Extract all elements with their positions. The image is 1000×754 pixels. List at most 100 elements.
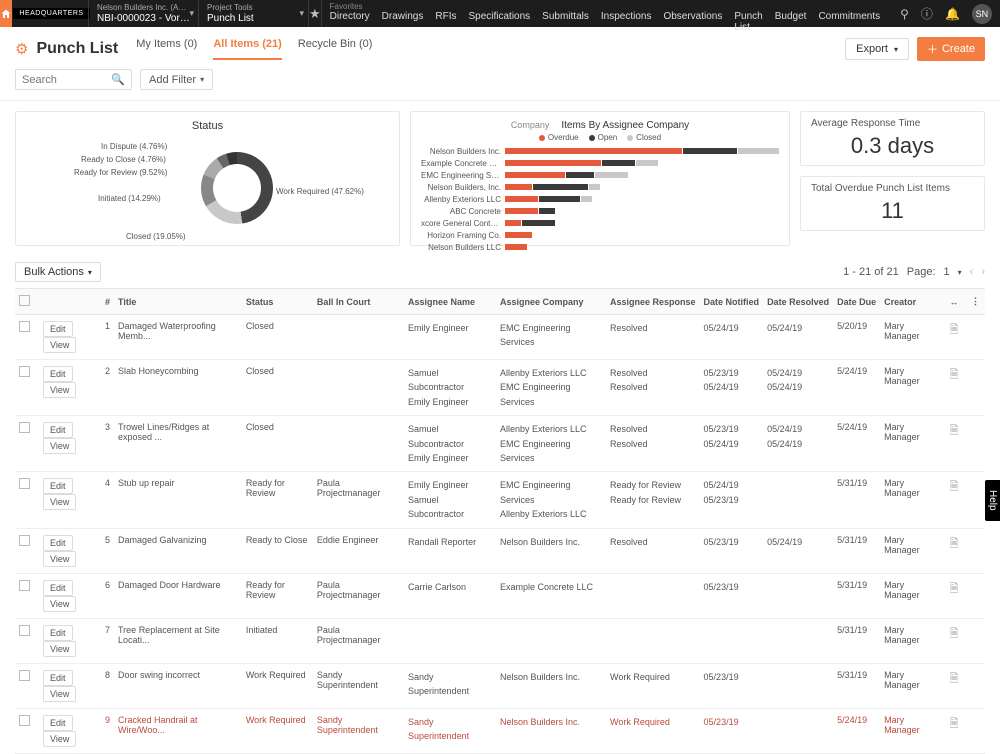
column-header[interactable]: Assignee Name [404,289,496,315]
nav-link[interactable]: Submittals [542,11,589,33]
view-button[interactable]: View [43,382,76,398]
document-icon[interactable]: 🗎 [950,324,959,336]
legend-item: Open [589,133,618,142]
document-icon[interactable]: 🗎 [950,718,959,730]
logo: HEADQUARTERS [15,0,88,27]
column-header[interactable]: Assignee Company [496,289,606,315]
table-row: Edit View8Door swing incorrectWork Requi… [15,663,985,708]
nav-link[interactable]: Commitments [818,11,880,33]
view-button[interactable]: View [43,641,76,657]
nav-link[interactable]: Specifications [468,11,530,33]
column-header[interactable]: Date Due [833,289,880,315]
page-value: 1 [944,266,950,278]
export-button[interactable]: Export▾ [845,38,909,60]
column-header[interactable]: Date Resolved [763,289,833,315]
column-header[interactable]: Ball In Court [313,289,404,315]
row-checkbox[interactable] [19,321,30,332]
view-button[interactable]: View [43,494,76,510]
row-checkbox[interactable] [19,625,30,636]
document-icon[interactable]: 🗎 [950,583,959,595]
row-checkbox[interactable] [19,715,30,726]
nav-link[interactable]: Directory [330,11,370,33]
create-button[interactable]: ＋Create [917,37,985,61]
table-row: Edit View2Slab HoneycombingClosedSamuel … [15,360,985,416]
bar-row: Nelson Builders Inc. [421,146,779,156]
home-button[interactable] [0,0,12,27]
overdue-count-card: Total Overdue Punch List Items 11 [800,176,985,231]
select-all-checkbox[interactable] [19,295,30,306]
edit-button[interactable]: Edit [43,715,73,731]
column-header[interactable]: Date Notified [700,289,764,315]
document-icon[interactable]: 🗎 [950,369,959,381]
edit-button[interactable]: Edit [43,478,73,494]
nav-link[interactable]: Drawings [382,11,424,33]
row-checkbox[interactable] [19,580,30,591]
view-button[interactable]: View [43,337,76,353]
project-switcher[interactable]: Nelson Builders Inc. (ACCT 2) NBI-000002… [88,0,198,27]
favorite-star[interactable]: ★ [308,0,321,27]
nav-link[interactable]: RFIs [435,11,456,33]
assignee-widget: CompanyItems By Assignee Company Overdue… [410,111,790,246]
edit-button[interactable]: Edit [43,580,73,596]
table-row: Edit View5Damaged GalvanizingReady to Cl… [15,528,985,573]
bulk-actions-button[interactable]: Bulk Actions▾ [15,262,101,282]
edit-button[interactable]: Edit [43,321,73,337]
nav-link[interactable]: Observations [663,11,722,33]
bell-icon[interactable]: 🔔 [945,7,960,21]
page-title: Punch List [36,40,118,58]
user-avatar[interactable]: SN [972,4,992,24]
chevron-down-icon: ▾ [894,45,898,54]
tab[interactable]: My Items (0) [136,38,197,60]
bar-row: Nelson Builders, Inc. [421,182,779,192]
row-checkbox[interactable] [19,422,30,433]
row-checkbox[interactable] [19,670,30,681]
slice-label: Closed (19.05%) [126,232,186,241]
bar-row: xcore General Contractors [421,218,779,228]
edit-button[interactable]: Edit [43,670,73,686]
document-icon[interactable]: 🗎 [950,628,959,640]
favorites-label: Favorites [330,2,880,11]
help-tab[interactable]: Help [985,480,1000,521]
column-header[interactable]: Creator [880,289,941,315]
column-header[interactable]: Assignee Response [606,289,700,315]
nav-link[interactable]: Punch List [734,11,762,33]
row-checkbox[interactable] [19,478,30,489]
view-button[interactable]: View [43,596,76,612]
company-name: Nelson Builders Inc. (ACCT 2) [97,3,190,12]
edit-button[interactable]: Edit [43,535,73,551]
edit-button[interactable]: Edit [43,366,73,382]
column-header[interactable]: Status [242,289,313,315]
project-name: NBI-0000023 - Vortex Sh... [97,13,190,24]
view-button[interactable]: View [43,551,76,567]
tool-switcher[interactable]: Project Tools Punch List ▾ [198,0,308,27]
view-button[interactable]: View [43,686,76,702]
widget-title: Items By Assignee Company [561,120,689,131]
edit-button[interactable]: Edit [43,422,73,438]
page-next[interactable]: › [981,266,985,278]
column-header[interactable]: # [101,289,114,315]
nav-link[interactable]: Budget [775,11,807,33]
gear-icon[interactable]: ⚙ [15,40,28,58]
info-icon[interactable]: ⓘ [921,5,933,22]
tab[interactable]: All Items (21) [213,38,281,60]
column-header[interactable]: Title [114,289,242,315]
status-donut-chart [201,152,273,224]
document-icon[interactable]: 🗎 [950,481,959,493]
tab[interactable]: Recycle Bin (0) [298,38,373,60]
document-icon[interactable]: 🗎 [950,673,959,685]
row-checkbox[interactable] [19,366,30,377]
add-filter-button[interactable]: Add Filter▾ [140,69,213,90]
edit-button[interactable]: Edit [43,625,73,641]
document-icon[interactable]: 🗎 [950,425,959,437]
search-input[interactable]: 🔍 [15,69,132,90]
stat-label: Average Response Time [811,118,974,129]
view-button[interactable]: View [43,438,76,454]
nav-link[interactable]: Inspections [601,11,652,33]
plug-icon[interactable]: ⚲ [900,7,909,21]
page-prev[interactable]: ‹ [970,266,974,278]
view-button[interactable]: View [43,731,76,747]
row-checkbox[interactable] [19,535,30,546]
document-icon[interactable]: 🗎 [950,538,959,550]
avg-response-card: Average Response Time 0.3 days [800,111,985,166]
slice-label: Ready to Close (4.76%) [81,155,166,164]
